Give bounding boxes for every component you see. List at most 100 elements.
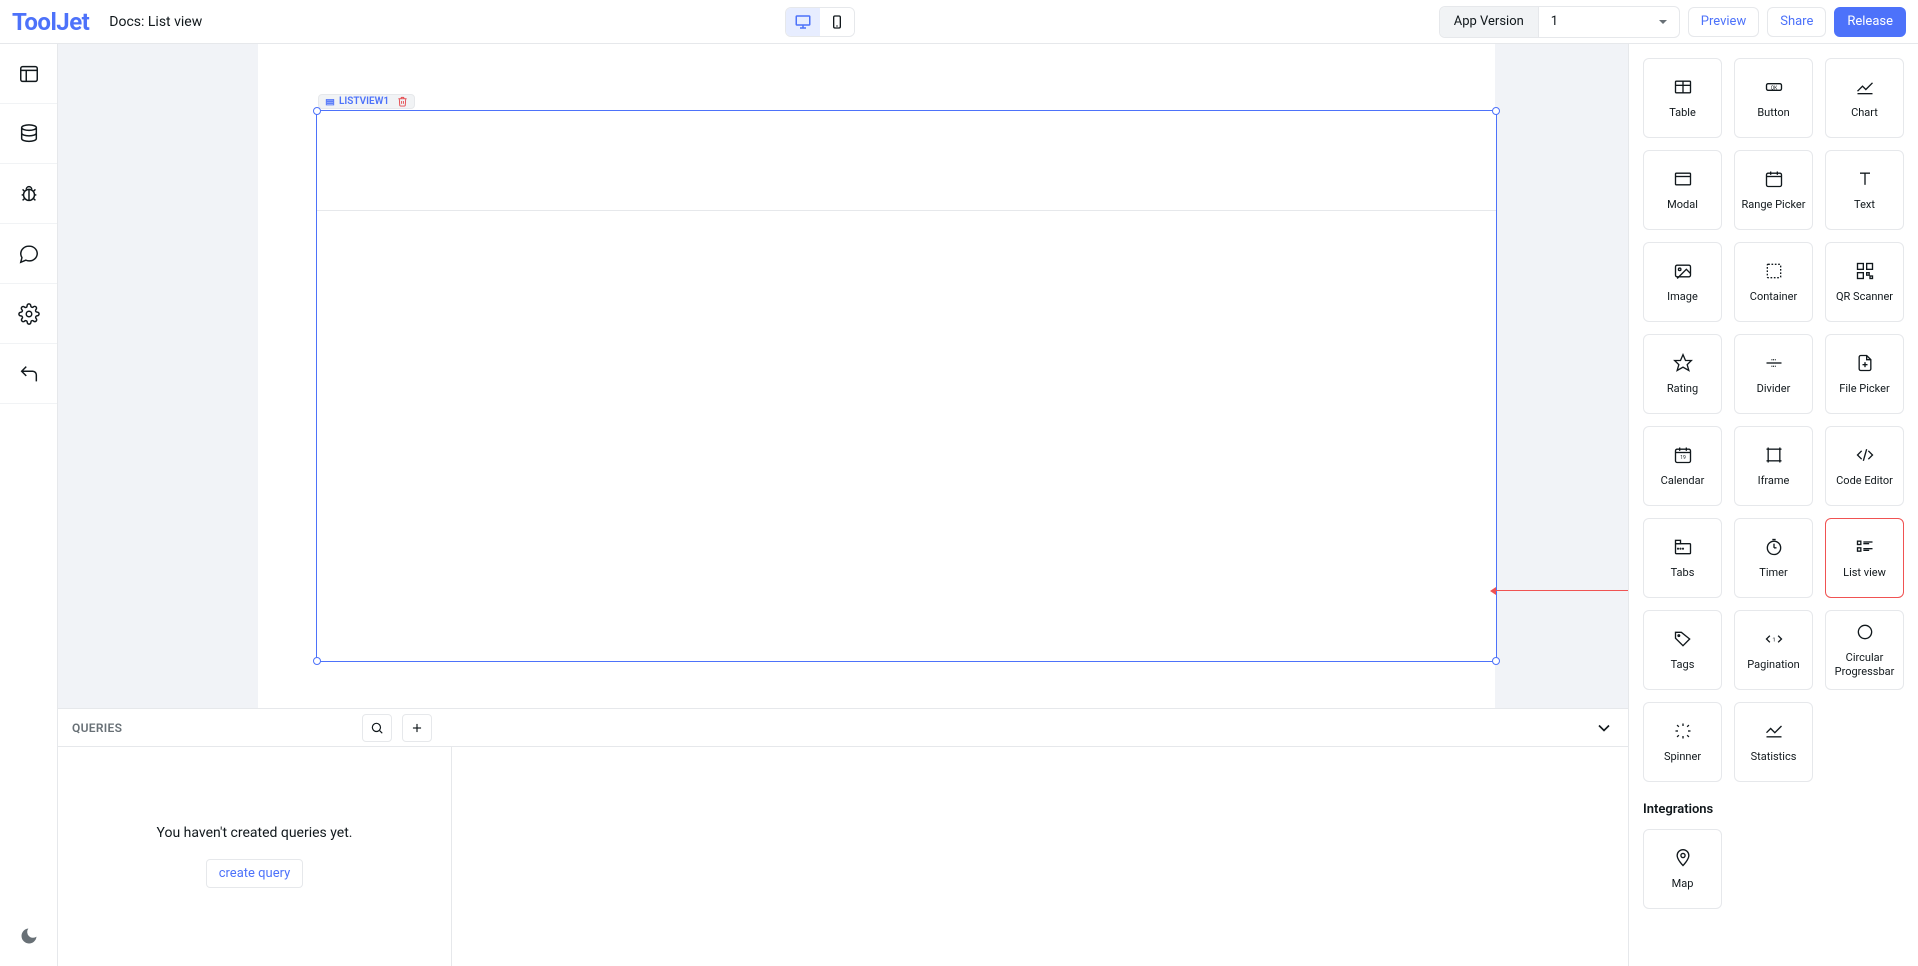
undo-nav[interactable] [0,344,57,404]
widget-card-divider[interactable]: Divider [1734,334,1813,414]
widget-label: Tags [1671,658,1695,672]
widget-label: Pagination [1747,658,1799,672]
widget-label: Text [1854,198,1875,212]
widget-label: Calendar [1661,474,1705,488]
widget-label: Container [1750,290,1797,304]
svg-text:OK: OK [1770,86,1777,92]
resize-handle[interactable] [1492,657,1500,665]
version-selector[interactable]: App Version 1 [1439,6,1680,38]
widget-label: List view [1843,566,1886,580]
listview-row[interactable] [317,111,1496,211]
datasources-nav[interactable] [0,104,57,164]
callout-arrow [1496,590,1628,591]
search-icon [370,721,384,735]
header: ToolJet Docs: List view App Version 1 Pr… [0,0,1918,44]
preview-button[interactable]: Preview [1688,7,1759,37]
widget-card-container[interactable]: Container [1734,242,1813,322]
widget-card-table[interactable]: Table [1643,58,1722,138]
resize-handle[interactable] [313,107,321,115]
widget-label: Timer [1759,566,1787,580]
widget-label: Modal [1667,198,1698,212]
widget-card-qr[interactable]: QR Scanner [1825,242,1904,322]
widget-card-button[interactable]: OK Button [1734,58,1813,138]
widget-card-image[interactable]: Image [1643,242,1722,322]
desktop-view-button[interactable] [786,8,820,36]
widget-card-modal[interactable]: Modal [1643,150,1722,230]
widget-card-circular[interactable]: Circular Progressbar [1825,610,1904,690]
theme-toggle[interactable] [0,906,57,966]
selected-widget-name: LISTVIEW1 [339,96,389,107]
widget-label: Button [1757,106,1789,120]
database-icon [18,123,40,145]
resize-handle[interactable] [313,657,321,665]
add-query-button[interactable] [402,714,432,742]
chart-icon [1855,76,1875,98]
selected-widget-badge[interactable]: LISTVIEW1 [318,94,415,109]
moon-icon [19,926,39,946]
logo[interactable]: ToolJet [12,8,89,36]
widget-label: QR Scanner [1836,290,1893,304]
delete-widget-button[interactable] [397,96,408,107]
comment-icon [18,243,40,265]
widget-card-star[interactable]: Rating [1643,334,1722,414]
svg-text:19: 19 [1680,455,1686,461]
map-icon [1673,847,1693,869]
widget-label: Spinner [1664,750,1701,764]
widget-card-timer[interactable]: Timer [1734,518,1813,598]
calendar-icon: 19 [1673,444,1693,466]
query-editor [452,747,1628,966]
pages-nav[interactable] [0,44,57,104]
widget-icon [325,97,335,107]
tabs-icon [1673,536,1693,558]
listview-icon [1855,536,1875,558]
widget-label: Tabs [1671,566,1695,580]
layout-icon [18,63,40,85]
widget-card-stats[interactable]: Statistics [1734,702,1813,782]
left-rail [0,44,58,966]
comments-nav[interactable] [0,224,57,284]
widget-label: Chart [1851,106,1878,120]
create-query-button[interactable]: create query [206,859,304,888]
widget-card-range[interactable]: Range Picker [1734,150,1813,230]
widget-label: Range Picker [1742,198,1806,212]
widget-card-code[interactable]: Code Editor [1825,426,1904,506]
widget-card-file[interactable]: File Picker [1825,334,1904,414]
circular-icon [1855,621,1875,643]
release-button[interactable]: Release [1834,7,1906,37]
listview-widget[interactable] [316,110,1497,662]
widget-card-pagination[interactable]: 1 Pagination [1734,610,1813,690]
widget-card-listview[interactable]: List view [1825,518,1904,598]
widget-card-iframe[interactable]: Iframe [1734,426,1813,506]
widget-card-calendar[interactable]: 19 Calendar [1643,426,1722,506]
widget-card-chart[interactable]: Chart [1825,58,1904,138]
code-icon [1855,444,1875,466]
debug-nav[interactable] [0,164,57,224]
widget-label: Rating [1667,382,1698,396]
collapse-queries-button[interactable] [1594,718,1614,738]
widget-card-tabs[interactable]: Tabs [1643,518,1722,598]
widget-label: Table [1669,106,1696,120]
spinner-icon [1673,720,1693,742]
widget-card-tags[interactable]: Tags [1643,610,1722,690]
widget-card-spinner[interactable]: Spinner [1643,702,1722,782]
widget-label: Iframe [1758,474,1790,488]
star-icon [1673,352,1693,374]
button-icon: OK [1764,76,1784,98]
search-queries-button[interactable] [362,714,392,742]
version-value[interactable]: 1 [1539,7,1679,37]
share-button[interactable]: Share [1767,7,1826,37]
widget-label: Map [1672,877,1694,891]
gear-icon [18,303,40,325]
bug-icon [18,183,40,205]
canvas: LISTVIEW1 [58,44,1628,708]
stats-icon [1764,720,1784,742]
mobile-view-button[interactable] [820,8,854,36]
widget-label: Image [1667,290,1698,304]
query-panel: QUERIES [58,708,1628,966]
pagination-icon: 1 [1764,628,1784,650]
tags-icon [1673,628,1693,650]
widget-card-map[interactable]: Map [1643,829,1722,909]
widget-card-text[interactable]: Text [1825,150,1904,230]
resize-handle[interactable] [1492,107,1500,115]
settings-nav[interactable] [0,284,57,344]
